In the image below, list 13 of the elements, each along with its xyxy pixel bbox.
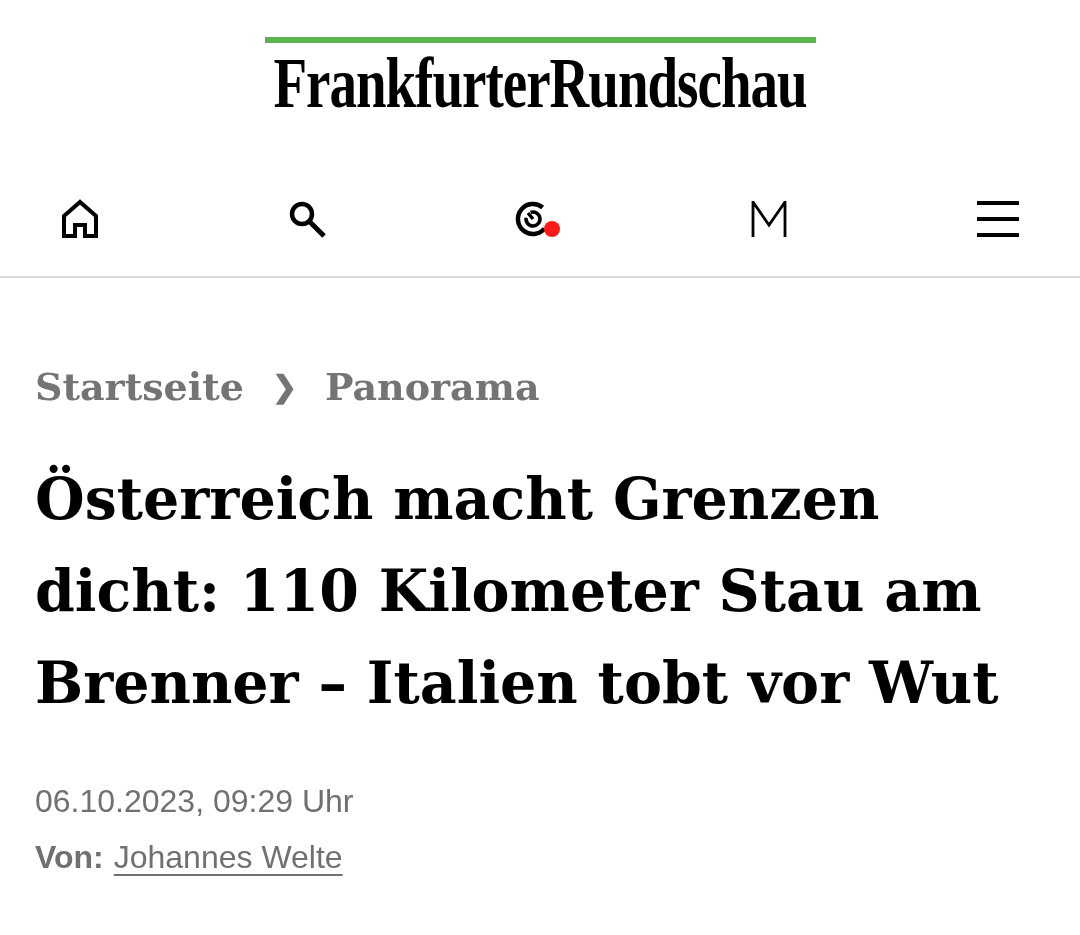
breadcrumb-link[interactable]: Panorama — [324, 362, 540, 412]
author-label: Von: — [35, 838, 104, 877]
spiral-icon[interactable] — [515, 201, 547, 237]
search-icon[interactable] — [287, 199, 327, 239]
logo-wordmark[interactable]: FrankfurterRundschau — [273, 51, 807, 116]
breadcrumb-separator: ❯ — [271, 368, 297, 407]
breadcrumb-link[interactable]: Startseite — [35, 362, 244, 412]
menu-icon[interactable] — [976, 199, 1020, 239]
article-headline: Österreich macht Grenzen dicht: 110 Kilometer Stau am Brenner – Italien tobt vor Wut — [35, 463, 1000, 718]
home-icon[interactable] — [60, 199, 100, 239]
publish-date: 06.10.2023, 09:29 Uhr — [35, 782, 354, 821]
m-logo-icon[interactable] — [749, 199, 789, 239]
author-link[interactable]: Johannes Welte — [113, 835, 343, 879]
